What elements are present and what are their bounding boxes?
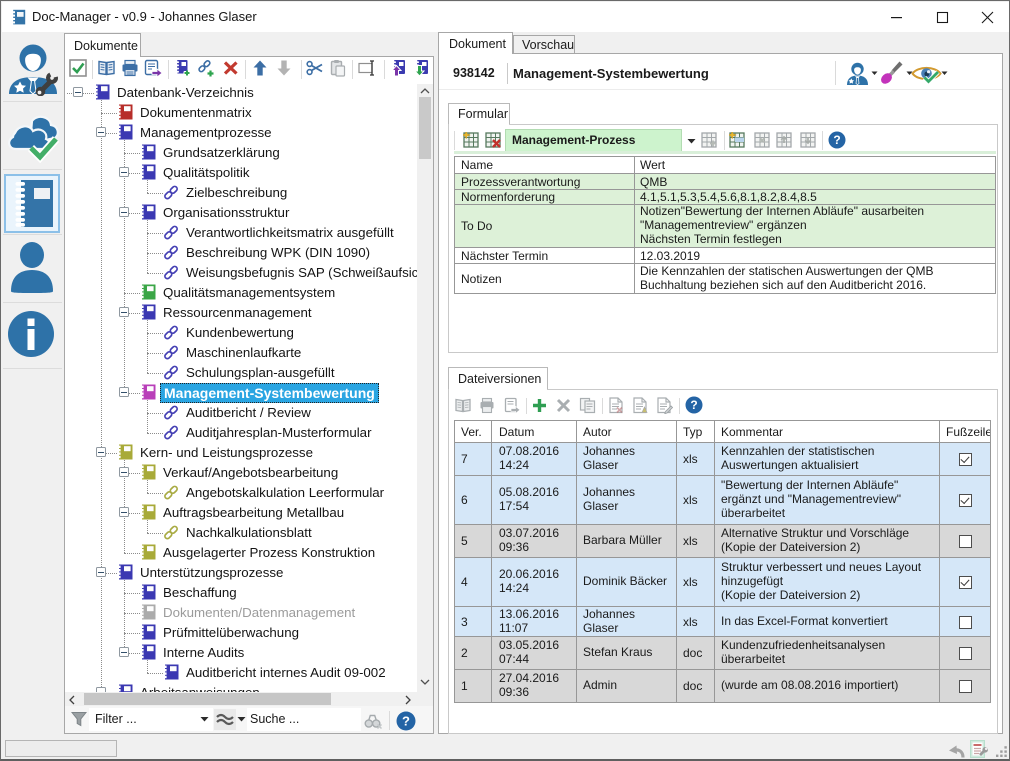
svg-text:?: ? xyxy=(402,714,410,729)
svg-text:?: ? xyxy=(690,398,697,412)
svg-text:?: ? xyxy=(833,133,840,147)
